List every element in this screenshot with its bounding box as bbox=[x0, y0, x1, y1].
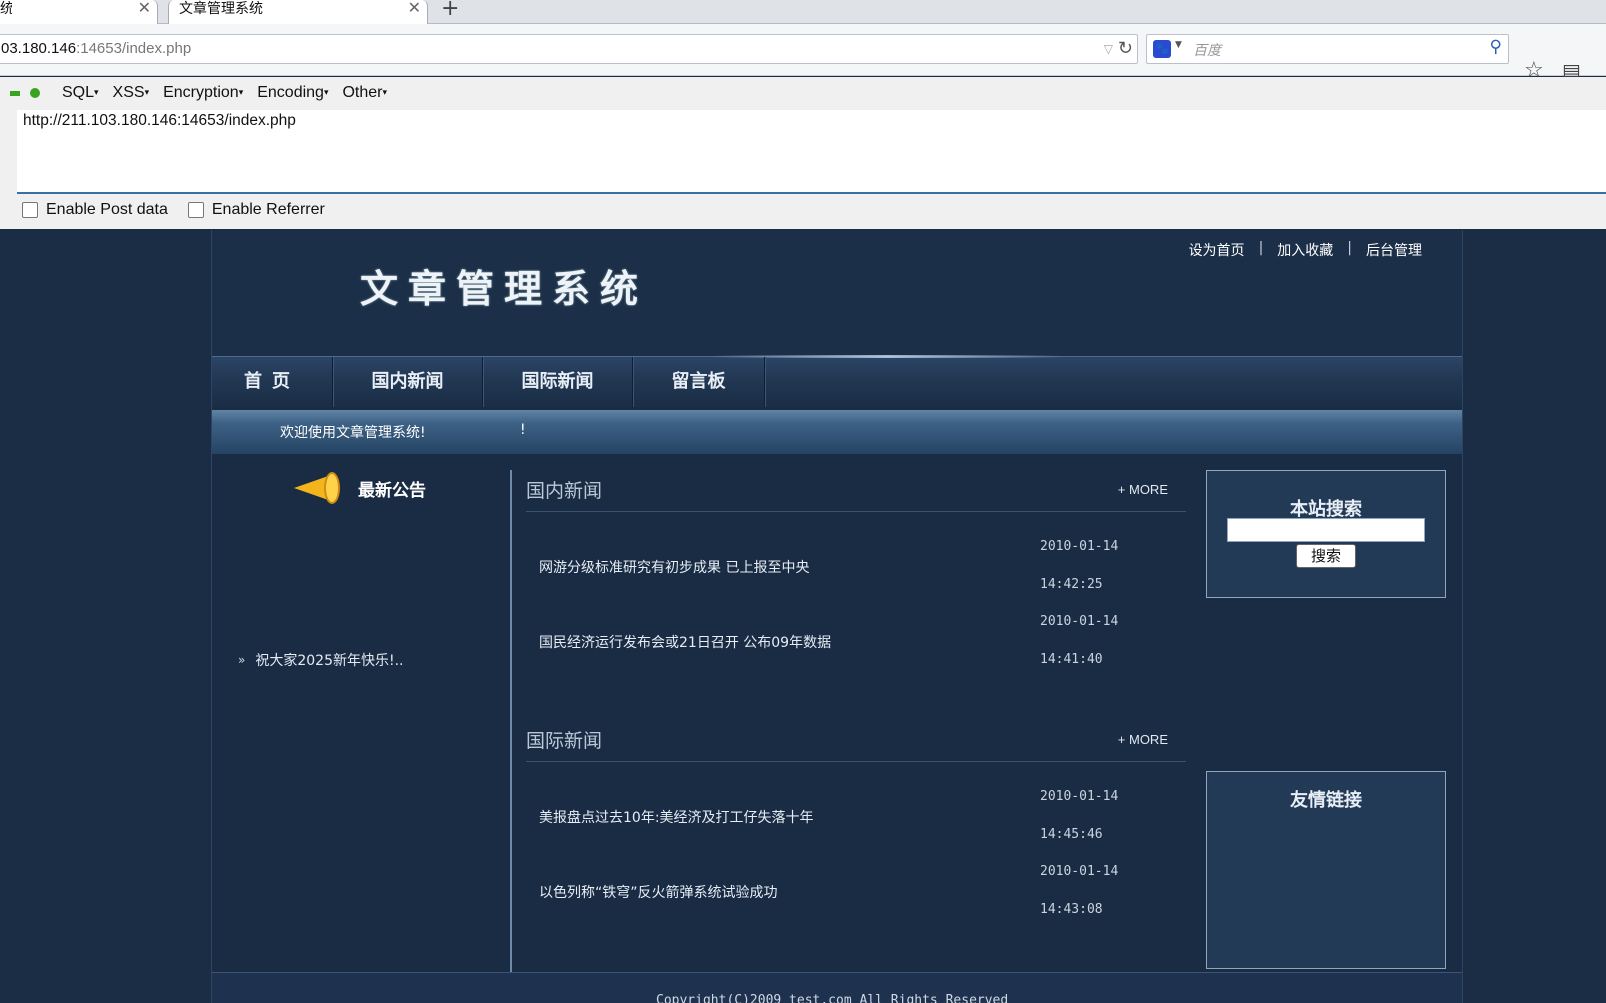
menu-xss[interactable]: XSS▾ bbox=[113, 84, 150, 102]
dropdown-icon: ▾ bbox=[238, 87, 244, 97]
divider: | bbox=[1258, 240, 1264, 256]
site-search-input[interactable] bbox=[1227, 518, 1425, 542]
site-search-box: 本站搜索 搜索 bbox=[1206, 470, 1446, 598]
main-nav: 首页 国内新闻 国际新闻 留言板 bbox=[212, 355, 1462, 408]
hackbar-options: Enable Post data Enable Referrer bbox=[22, 201, 345, 219]
welcome-text: 欢迎使用文章管理系统! bbox=[280, 425, 426, 441]
tab-title: 统 bbox=[0, 1, 12, 17]
reload-icon[interactable]: ↻ bbox=[1118, 34, 1133, 62]
close-tab-icon[interactable]: ✕ bbox=[408, 0, 421, 17]
search-icon[interactable]: ⚲ bbox=[1490, 37, 1502, 57]
menu-label: SQL bbox=[62, 84, 95, 101]
dropdown-icon: ▾ bbox=[94, 87, 99, 97]
news-time: 14:45:46 bbox=[1040, 827, 1103, 842]
site-logo: 文章管理系统 bbox=[360, 266, 649, 311]
admin-link[interactable]: 后台管理 bbox=[1366, 240, 1422, 260]
news-title-link[interactable]: 以色列称“铁穹”反火箭弹系统试验成功 bbox=[539, 882, 778, 902]
site-header: 设为首页 | 加入收藏 | 后台管理 文章管理系统 bbox=[212, 230, 1462, 356]
enable-post-data-label: Enable Post data bbox=[46, 201, 168, 218]
menu-label: Other bbox=[342, 84, 383, 101]
news-date: 2010-01-14 bbox=[1040, 614, 1119, 629]
international-news-header: 国际新闻 + MORE bbox=[526, 714, 1186, 762]
news-row: 2010-01-14 网游分级标准研究有初步成果 已上报至中央 14:42:25 bbox=[212, 535, 1192, 595]
nav-domestic-news[interactable]: 国内新闻 bbox=[333, 357, 483, 407]
news-time: 14:43:08 bbox=[1040, 902, 1103, 917]
news-title-link[interactable]: 国民经济运行发布会或21日召开 公布09年数据 bbox=[539, 632, 831, 652]
plus-icon[interactable] bbox=[30, 88, 40, 98]
hackbar-panel: SQL▾ XSS▾ Encryption▾ Encoding▾ Other▾ h… bbox=[0, 77, 1606, 229]
section-title: 国内新闻 bbox=[526, 480, 603, 502]
search-bar[interactable]: 🐾 ▼ 百度 ⚲ bbox=[1146, 34, 1509, 64]
nav-home[interactable]: 首页 bbox=[212, 357, 333, 407]
menu-other[interactable]: Other▾ bbox=[342, 84, 387, 102]
tab-title: 文章管理系统 bbox=[179, 1, 263, 17]
menu-encryption[interactable]: Encryption▾ bbox=[163, 84, 243, 102]
page-background bbox=[1464, 230, 1606, 1003]
set-homepage-link[interactable]: 设为首页 bbox=[1189, 240, 1245, 260]
search-engine-icon[interactable]: 🐾 bbox=[1153, 40, 1171, 58]
dropdown-icon: ▾ bbox=[144, 87, 150, 97]
url-path: :14653/index.php bbox=[76, 40, 192, 57]
copyright-text: Copyright(C)2009 test.com All Rights Res… bbox=[656, 993, 1009, 1003]
section-title: 国际新闻 bbox=[526, 730, 603, 752]
domestic-news-header: 国内新闻 + MORE bbox=[526, 464, 1186, 512]
friend-links-box: 友情链接 bbox=[1206, 771, 1446, 969]
site-footer: Copyright(C)2009 test.com All Rights Res… bbox=[212, 972, 1462, 1003]
notice-title: 最新公告 bbox=[358, 480, 426, 501]
menu-label: XSS bbox=[112, 84, 145, 101]
news-title-link[interactable]: 美报盘点过去10年:美经济及打工仔失落十年 bbox=[539, 807, 814, 827]
news-date: 2010-01-14 bbox=[1040, 539, 1119, 554]
welcome-extra: ! bbox=[520, 422, 526, 438]
news-row: 2010-01-14 国民经济运行发布会或21日召开 公布09年数据 14:41… bbox=[212, 610, 1192, 670]
add-favorite-link[interactable]: 加入收藏 bbox=[1277, 240, 1333, 260]
dropdown-icon: ▾ bbox=[323, 87, 329, 97]
address-bar[interactable]: 03.180.146:14653/index.php ▽ ↻ bbox=[0, 34, 1138, 64]
news-time: 14:41:40 bbox=[1040, 652, 1103, 667]
close-tab-icon[interactable]: ✕ bbox=[138, 0, 151, 17]
search-placeholder: 百度 bbox=[1193, 43, 1221, 59]
menu-label: Encoding bbox=[257, 84, 324, 101]
navigation-bar: 03.180.146:14653/index.php ▽ ↻ 🐾 ▼ 百度 ⚲ … bbox=[0, 24, 1606, 83]
news-row: 2010-01-14 美报盘点过去10年:美经济及打工仔失落十年 14:45:4… bbox=[212, 785, 1192, 845]
enable-post-data-checkbox[interactable] bbox=[22, 202, 38, 218]
url-host: 03.180.146 bbox=[1, 40, 77, 57]
news-date: 2010-01-14 bbox=[1040, 789, 1119, 804]
new-tab-icon[interactable]: + bbox=[441, 0, 459, 21]
news-title-link[interactable]: 网游分级标准研究有初步成果 已上报至中央 bbox=[539, 557, 809, 577]
enable-referrer-checkbox[interactable] bbox=[187, 202, 204, 218]
divider: | bbox=[1347, 240, 1352, 256]
menu-sql[interactable]: SQL▾ bbox=[62, 84, 99, 102]
site-container: 设为首页 | 加入收藏 | 后台管理 文章管理系统 首页 国内新闻 国际新闻 留… bbox=[211, 230, 1463, 1003]
news-row: 2010-01-14 以色列称“铁穹”反火箭弹系统试验成功 14:43:08 bbox=[212, 860, 1192, 920]
notice-header: 最新公告 bbox=[294, 470, 426, 506]
top-links: 设为首页 | 加入收藏 | 后台管理 bbox=[1189, 240, 1422, 260]
url-dropdown-icon[interactable]: ▽ bbox=[1104, 35, 1113, 63]
news-time: 14:42:25 bbox=[1040, 577, 1103, 592]
site-search-button[interactable]: 搜索 bbox=[1296, 544, 1356, 568]
tab-bar: 统 ✕ 文章管理系统 ✕ + bbox=[0, 0, 1606, 24]
enable-referrer-label: Enable Referrer bbox=[211, 201, 325, 218]
nav-international-news[interactable]: 国际新闻 bbox=[483, 357, 633, 407]
hackbar-url-textarea[interactable]: http://211.103.180.146:14653/index.php bbox=[17, 110, 1606, 194]
tab-active[interactable]: 文章管理系统 ✕ bbox=[168, 0, 428, 24]
dropdown-icon: ▾ bbox=[382, 87, 388, 97]
megaphone-icon bbox=[294, 470, 340, 506]
news-date: 2010-01-14 bbox=[1040, 864, 1119, 879]
minus-icon[interactable] bbox=[10, 90, 20, 96]
tab-previous[interactable]: 统 ✕ bbox=[0, 0, 158, 24]
menu-encoding[interactable]: Encoding▾ bbox=[257, 84, 328, 102]
welcome-bar: 欢迎使用文章管理系统! ! bbox=[212, 410, 1462, 454]
nav-guestbook[interactable]: 留言板 bbox=[633, 357, 765, 407]
menu-label: Encryption bbox=[163, 84, 239, 101]
more-link[interactable]: + MORE bbox=[1118, 482, 1168, 497]
hackbar-menu: SQL▾ XSS▾ Encryption▾ Encoding▾ Other▾ bbox=[10, 81, 389, 105]
friend-links-title: 友情链接 bbox=[1290, 790, 1362, 811]
more-link[interactable]: + MORE bbox=[1118, 732, 1168, 747]
engine-dropdown-icon[interactable]: ▼ bbox=[1175, 40, 1182, 50]
